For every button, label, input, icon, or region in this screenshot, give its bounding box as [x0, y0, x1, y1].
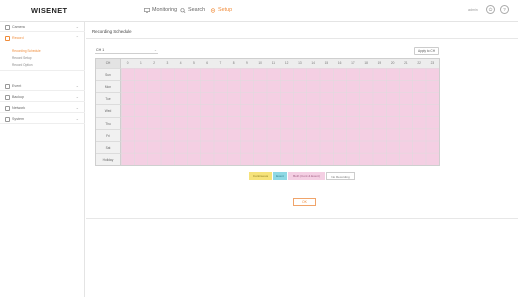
hour-label[interactable]: 3 — [161, 59, 174, 68]
chevron-down-icon: ⌄ — [75, 116, 79, 121]
nav-search[interactable]: Search — [180, 7, 205, 13]
logo: WISENET — [31, 6, 68, 15]
sidebar-item-label: Network — [12, 106, 26, 110]
user-name[interactable]: admin — [468, 8, 478, 12]
day-label[interactable]: Fri — [96, 128, 121, 141]
hour-label[interactable]: 0 — [121, 59, 134, 68]
chevron-up-icon: ⌃ — [75, 35, 79, 40]
hour-label[interactable]: 11 — [267, 59, 280, 68]
hour-label[interactable]: 20 — [386, 59, 399, 68]
hour-label[interactable]: 2 — [148, 59, 161, 68]
network-icon — [5, 105, 10, 111]
hour-label[interactable]: 15 — [320, 59, 333, 68]
top-bar: WISENET Monitoring Search Setup admin ⏻ … — [0, 0, 518, 22]
hour-label[interactable]: 9 — [240, 59, 253, 68]
chevron-down-icon: ⌄ — [75, 83, 79, 88]
help-icon[interactable]: ? — [500, 5, 509, 14]
hour-label[interactable]: 18 — [360, 59, 373, 68]
sidebar-item-backup[interactable]: Backup ⌄ — [0, 92, 85, 102]
ok-button[interactable]: OK — [293, 198, 316, 206]
legend-continuous: Continuous — [249, 172, 272, 180]
day-label[interactable]: Thu — [96, 116, 121, 129]
legend-no-recording: No Recording — [326, 172, 355, 180]
sidebar-item-network[interactable]: Network ⌄ — [0, 103, 85, 113]
day-label[interactable]: Sat — [96, 140, 121, 153]
hour-label[interactable]: 8 — [227, 59, 240, 68]
legend-event: Event — [273, 172, 287, 180]
sidebar-subitem-record-option[interactable]: Record Option — [12, 63, 33, 67]
day-label[interactable]: Tue — [96, 92, 121, 105]
divider — [86, 38, 518, 39]
sidebar-item-system[interactable]: System ⌄ — [0, 114, 85, 124]
hour-label[interactable]: 12 — [280, 59, 293, 68]
schedule-grid: CH 0 1 2 3 4 5 6 7 8 9 10 11 12 13 14 15 16 17 18 19 20 21 22 2… — [95, 58, 440, 166]
sidebar-subitem-record-setup[interactable]: Record Setup — [12, 56, 32, 60]
page-title: Recording Schedule — [92, 29, 132, 34]
sidebar-item-label: Camera — [12, 25, 25, 29]
sidebar-subitem-recording-schedule[interactable]: Recording Schedule — [12, 49, 41, 53]
hour-label[interactable]: 14 — [307, 59, 320, 68]
sidebar-item-event[interactable]: Event ⌄ — [0, 81, 85, 91]
hour-label[interactable]: 22 — [413, 59, 426, 68]
hour-label[interactable]: 6 — [201, 59, 214, 68]
day-label[interactable]: Holiday — [96, 152, 121, 165]
nav-monitoring[interactable]: Monitoring — [144, 7, 177, 13]
main-content: Recording Schedule CH 1 ⌄ Apply to CH CH… — [86, 22, 518, 297]
day-label[interactable]: Wed — [96, 104, 121, 117]
chevron-down-icon: ⌄ — [153, 48, 157, 52]
sidebar-item-camera[interactable]: Camera ⌄ — [0, 22, 85, 32]
sidebar-item-record[interactable]: Record ⌃ — [0, 33, 85, 43]
system-icon — [5, 116, 10, 122]
nav-search-label: Search — [188, 7, 206, 13]
divider — [0, 70, 85, 71]
sidebar: Camera ⌄ Record ⌃ Recording Schedule Rec… — [0, 22, 85, 297]
hour-label[interactable]: 7 — [214, 59, 227, 68]
channel-select[interactable]: CH 1 ⌄ — [95, 48, 158, 54]
hour-label[interactable]: 21 — [399, 59, 412, 68]
hour-label[interactable]: 10 — [254, 59, 267, 68]
grid-corner-label: CH — [96, 59, 121, 68]
schedule-cells[interactable] — [121, 68, 439, 165]
search-icon — [180, 7, 186, 13]
hour-label[interactable]: 4 — [174, 59, 187, 68]
monitor-icon — [144, 7, 150, 13]
divider — [86, 218, 518, 219]
sidebar-item-label: Record — [12, 36, 24, 40]
nav-setup-label: Setup — [218, 7, 233, 13]
hour-label[interactable]: 23 — [426, 59, 439, 68]
nav-monitoring-label: Monitoring — [152, 7, 178, 13]
logout-icon[interactable]: ⏻ — [486, 5, 495, 14]
channel-select-value: CH 1 — [96, 48, 105, 52]
hour-label[interactable]: 16 — [333, 59, 346, 68]
hour-label[interactable]: 13 — [293, 59, 306, 68]
hour-label[interactable]: 5 — [187, 59, 200, 68]
day-label[interactable]: Mon — [96, 80, 121, 93]
hour-label[interactable]: 1 — [134, 59, 147, 68]
nav-setup[interactable]: Setup — [210, 7, 232, 13]
record-icon — [5, 35, 10, 41]
camera-icon — [5, 24, 10, 30]
gear-icon — [210, 7, 216, 13]
sidebar-item-label: System — [12, 117, 24, 121]
event-icon — [5, 83, 10, 89]
sidebar-item-label: Event — [12, 84, 22, 88]
sidebar-item-label: Backup — [12, 95, 24, 99]
backup-icon — [5, 94, 10, 100]
apply-to-channel-button[interactable]: Apply to CH — [414, 47, 439, 55]
hour-label[interactable]: 17 — [346, 59, 359, 68]
hour-label[interactable]: 19 — [373, 59, 386, 68]
chevron-down-icon: ⌄ — [75, 24, 79, 29]
chevron-down-icon: ⌄ — [75, 105, 79, 110]
chevron-down-icon: ⌄ — [75, 94, 79, 99]
day-label[interactable]: Sun — [96, 68, 121, 81]
legend-both: Both (Cont & Event) — [288, 172, 325, 180]
